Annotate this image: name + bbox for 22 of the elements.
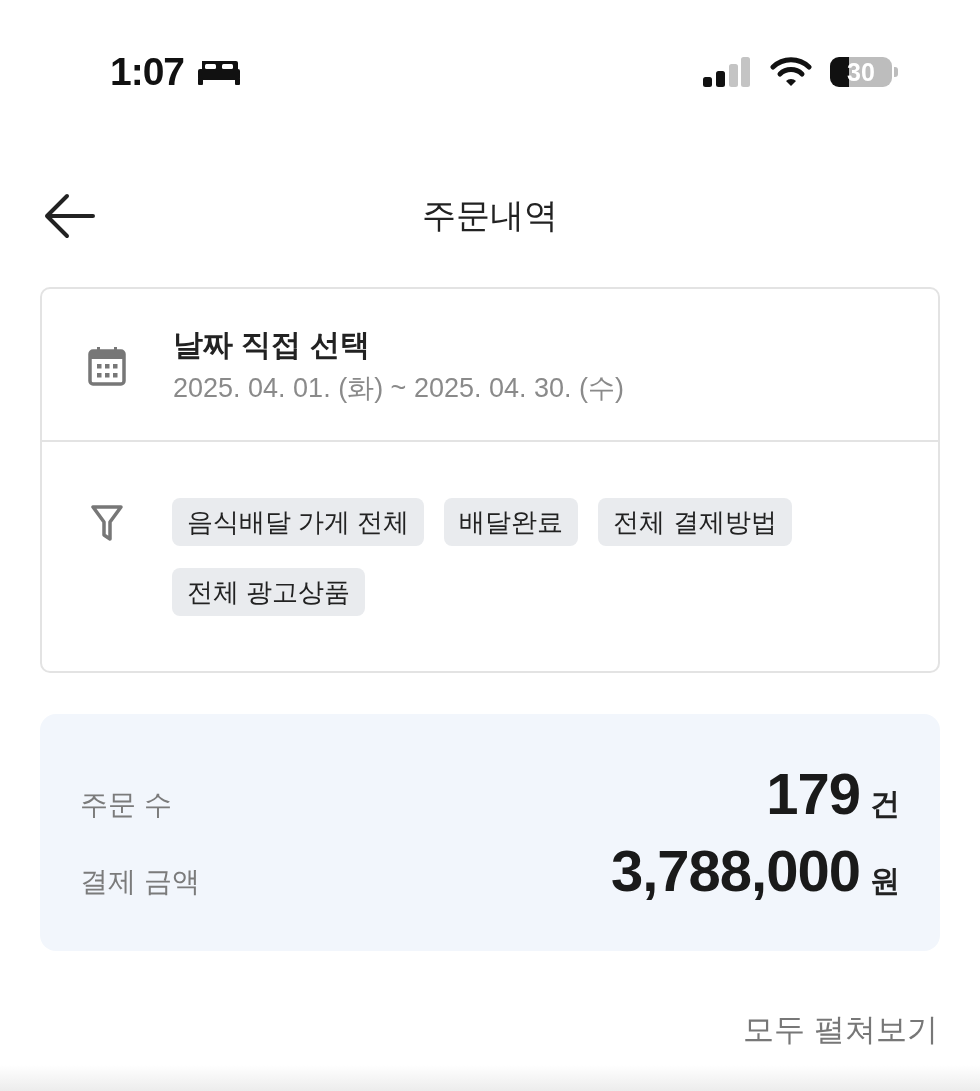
summary-label: 주문 수 [80, 788, 173, 822]
signal-icon [703, 57, 750, 87]
bed-icon [198, 59, 241, 85]
filter-chip[interactable]: 음식배달 가게 전체 [172, 498, 425, 546]
status-time: 1:07 [110, 50, 185, 94]
unit-label: 건 [870, 786, 900, 822]
calendar-icon[interactable] [88, 346, 126, 386]
filter-icon [90, 504, 124, 542]
filter-chip[interactable]: 전체 광고상품 [172, 568, 366, 616]
expand-all-link[interactable]: 모두 펼쳐보기 [743, 1011, 938, 1049]
page-title: 주문내역 [422, 195, 558, 236]
summary-label: 결제 금액 [80, 865, 201, 899]
wifi-icon [770, 57, 812, 87]
back-arrow-icon [43, 193, 95, 239]
date-select-title[interactable]: 날짜 직접 선택 [173, 326, 624, 364]
summary-value: 3,788,000 [610, 839, 860, 903]
back-button[interactable] [43, 193, 95, 239]
summary-value: 179 [766, 762, 860, 826]
filter-chip[interactable]: 전체 결제방법 [598, 498, 792, 546]
unit-label: 원 [870, 863, 900, 899]
date-range-text: 2025. 04. 01. (화) ~ 2025. 04. 30. (수) [173, 372, 624, 405]
filter-chip[interactable]: 배달완료 [444, 498, 579, 546]
